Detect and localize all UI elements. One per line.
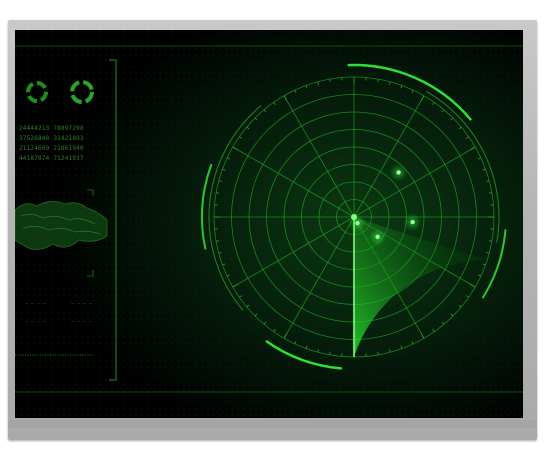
radar-center [351,214,357,220]
blip-4 [355,220,360,226]
radar-tick-21 [329,351,331,355]
radar-tick-57 [377,79,379,83]
data-row-1: 24444213 78897298 [19,125,84,132]
blip-2 [410,219,415,225]
radar-screen: 24444213 78897298 37526840 32421893 2112… [15,30,523,418]
data-row-3: 21124609 21861940 [19,145,84,152]
radar-tick-39 [216,192,220,194]
blip-1 [396,170,401,175]
data-row-4: 44187074 71241937 [19,155,84,162]
small-label-4: — — — — [71,319,93,325]
radar-tick-53 [329,79,331,83]
radar-display [15,30,523,418]
small-label-1: — — — — [25,301,47,307]
radar-tick-35 [216,240,220,242]
blip-3 [375,234,380,239]
monitor-bottom-edge [8,420,537,428]
data-row-2: 37526840 32421893 [19,135,84,142]
radar-tick-71 [488,192,492,194]
small-label-3: — — — — [25,319,47,325]
radar-tick-17 [377,351,379,355]
small-label-2: — — — — [71,301,93,307]
radar-tick-3 [488,240,492,242]
